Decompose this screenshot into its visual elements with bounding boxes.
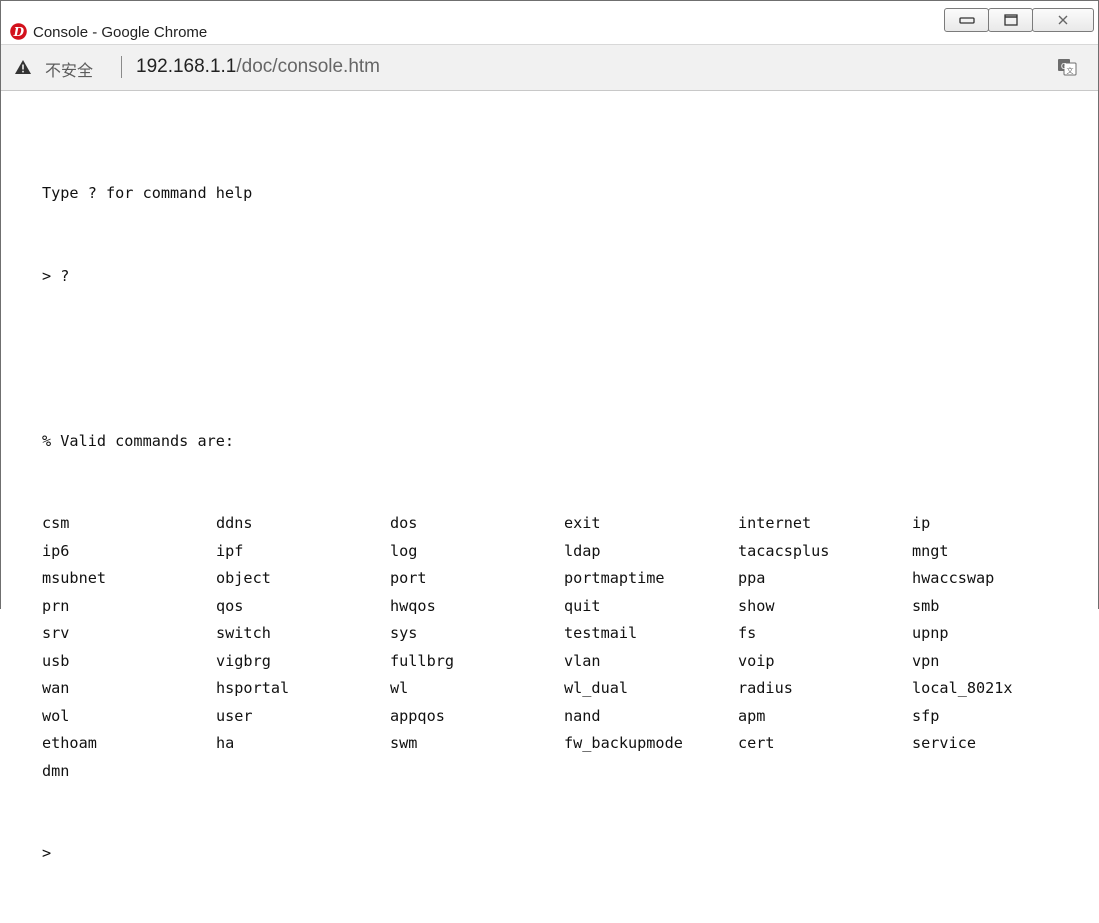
command-item: apm <box>738 706 766 725</box>
command-item: vpn <box>912 651 940 670</box>
command-item: appqos <box>390 706 445 725</box>
command-row: srv switch sys testmail fs upnp <box>42 620 1086 648</box>
command-item: wl <box>390 679 409 697</box>
command-row: prn qos hwqos quit show smb <box>42 593 1086 621</box>
command-row: csm ddns dos exit internet ip <box>42 510 1086 538</box>
address-divider <box>121 56 122 78</box>
maximize-icon <box>1003 14 1018 26</box>
command-item: hwaccswap <box>912 569 995 587</box>
command-item: local_8021x <box>912 679 1013 697</box>
command-item: ip6 <box>42 541 70 560</box>
console-output[interactable]: Type ? for command help > ? % Valid comm… <box>42 125 1086 923</box>
command-row: dmn <box>42 758 1086 786</box>
command-item: fs <box>738 624 757 642</box>
command-item: radius <box>738 679 793 697</box>
command-item: nand <box>564 706 601 725</box>
close-icon <box>1058 15 1068 25</box>
svg-text:D: D <box>13 25 25 39</box>
command-item: tacacsplus <box>738 541 830 560</box>
warning-icon[interactable] <box>14 59 32 75</box>
command-item: port <box>390 569 427 587</box>
command-item: quit <box>564 596 601 615</box>
command-item: upnp <box>912 624 949 642</box>
command-item: prn <box>42 596 70 615</box>
console-prompt[interactable]: > <box>42 840 1086 868</box>
command-item: ha <box>216 734 235 752</box>
command-item: ppa <box>738 569 766 587</box>
command-item: mngt <box>912 541 949 560</box>
command-item: wan <box>42 679 70 697</box>
command-item: qos <box>216 596 244 615</box>
command-item: usb <box>42 651 70 670</box>
svg-text:文: 文 <box>1067 66 1074 75</box>
command-item: csm <box>42 514 70 532</box>
url-path: /doc/console.htm <box>236 56 381 77</box>
command-item: srv <box>42 624 70 642</box>
command-item: ipf <box>216 541 244 560</box>
window-controls <box>944 8 1094 32</box>
command-row: ip6 ipf log ldap tacacsplus mngt <box>42 538 1086 566</box>
command-item: testmail <box>564 624 638 642</box>
command-item: hwqos <box>390 596 436 615</box>
url-text[interactable]: 192.168.1.1/doc/console.htm <box>136 56 380 78</box>
minimize-icon <box>958 17 975 24</box>
command-item: fw_backupmode <box>564 734 683 752</box>
command-item: ethoam <box>42 734 97 752</box>
command-item: voip <box>738 651 775 670</box>
command-row: wan hsportal wl wl_dual radius local_8021x <box>42 675 1086 703</box>
command-item: wl_dual <box>564 679 629 697</box>
console-input-line: > ? <box>42 266 70 285</box>
command-item: hsportal <box>216 679 290 697</box>
command-item: sys <box>390 624 418 642</box>
command-item: switch <box>216 624 271 642</box>
command-item: ddns <box>216 514 253 532</box>
minimize-button[interactable] <box>944 8 989 32</box>
command-item: msubnet <box>42 569 107 587</box>
command-item: log <box>390 541 418 560</box>
command-item: dos <box>390 514 418 532</box>
command-row: wol user appqos nand apm sfp <box>42 703 1086 731</box>
command-item: show <box>738 596 775 615</box>
command-row: usb vigbrg fullbrg vlan voip vpn <box>42 648 1086 676</box>
command-item: object <box>216 569 271 587</box>
title-bar[interactable]: D Console - Google Chrome <box>1 1 1098 44</box>
commands-header: % Valid commands are: <box>42 431 235 450</box>
address-bar[interactable]: 不安全 192.168.1.1/doc/console.htm G 文 <box>1 44 1098 91</box>
command-row: msubnet object port portmaptime ppa hwaccswap <box>42 565 1086 593</box>
command-item: dmn <box>42 761 70 780</box>
command-item: internet <box>738 514 812 532</box>
command-item: exit <box>564 514 601 532</box>
close-button[interactable] <box>1032 8 1094 32</box>
command-row: ethoam ha swm fw_backupmode cert service <box>42 730 1086 758</box>
command-item: fullbrg <box>390 651 455 670</box>
command-item: cert <box>738 734 775 752</box>
command-item: wol <box>42 706 70 725</box>
window-title: Console - Google Chrome <box>33 24 208 41</box>
command-item: vigbrg <box>216 651 271 670</box>
command-item: service <box>912 734 977 752</box>
maximize-button[interactable] <box>988 8 1033 32</box>
command-item: ldap <box>564 541 601 560</box>
command-item: sfp <box>912 706 940 725</box>
command-item: smb <box>912 596 940 615</box>
translate-icon[interactable]: G 文 <box>1057 58 1077 76</box>
command-item: ip <box>912 514 931 532</box>
command-item: swm <box>390 734 418 752</box>
command-item: vlan <box>564 651 601 670</box>
console-intro-line: Type ? for command help <box>42 184 253 202</box>
command-item: user <box>216 706 253 725</box>
command-item: portmaptime <box>564 569 665 587</box>
url-host: 192.168.1.1 <box>136 56 237 77</box>
security-status-label[interactable]: 不安全 <box>45 57 93 81</box>
browser-window: D Console - Google Chrome 不安全 192.168.1.… <box>0 0 1099 862</box>
draytek-logo-icon: D <box>10 23 27 40</box>
command-list: csm ddns dos exit internet ip ip6 ipf log ldap tac… <box>42 510 1086 785</box>
